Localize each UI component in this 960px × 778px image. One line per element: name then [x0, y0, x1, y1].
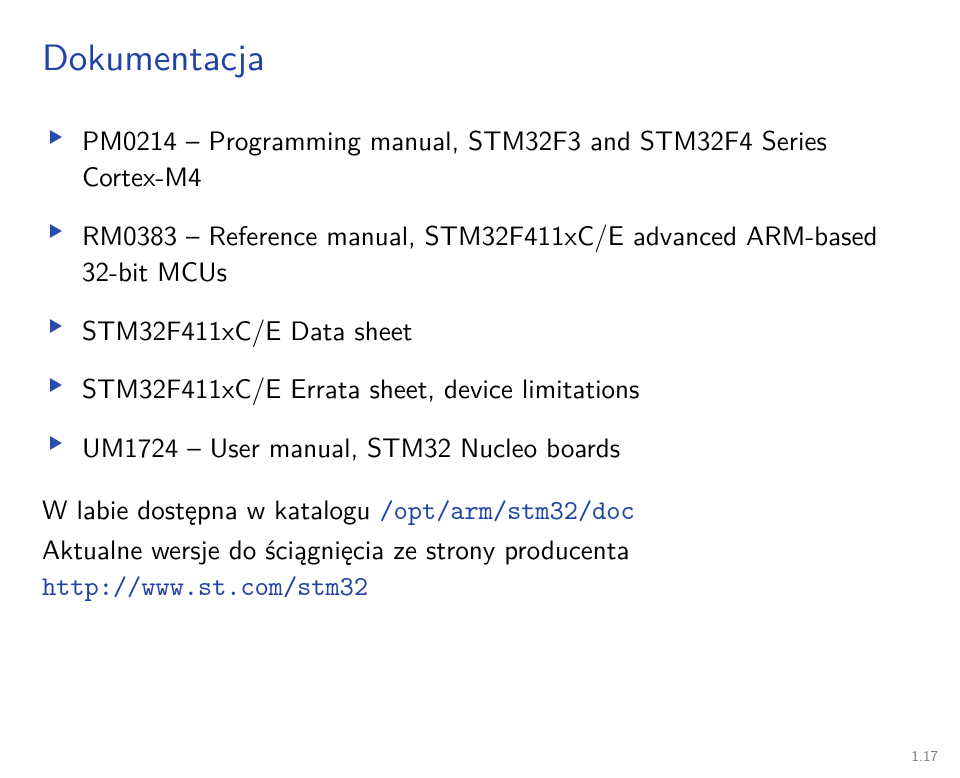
- bullet-list: PM0214 – Programming manual, STM32F3 and…: [42, 122, 918, 465]
- triangle-icon: [50, 378, 62, 392]
- slide: Dokumentacja PM0214 – Programming manual…: [0, 0, 960, 778]
- location-line: W labie dostępna w katalogu /opt/arm/stm…: [42, 491, 918, 528]
- slide-title: Dokumentacja: [42, 28, 918, 82]
- list-item: STM32F411xC/E Data sheet: [42, 312, 918, 348]
- list-item-text: STM32F411xC/E Errata sheet, device limit…: [82, 368, 639, 407]
- list-item: STM32F411xC/E Errata sheet, device limit…: [42, 370, 918, 406]
- list-item-text: PM0214 – Programming manual, STM32F3 and…: [82, 120, 827, 195]
- triangle-icon: [50, 436, 62, 450]
- triangle-icon: [50, 319, 62, 333]
- download-line: Aktualne wersje do ściągnięcia ze strony…: [42, 531, 918, 605]
- triangle-icon: [50, 224, 62, 238]
- list-item: PM0214 – Programming manual, STM32F3 and…: [42, 122, 918, 195]
- location-path: /opt/arm/stm32/doc: [380, 492, 635, 528]
- triangle-icon: [50, 130, 62, 144]
- list-item: RM0383 – Reference manual, STM32F411xC/E…: [42, 217, 918, 290]
- location-prefix: W labie dostępna w katalogu: [42, 489, 380, 528]
- list-item-text: STM32F411xC/E Data sheet: [82, 310, 412, 349]
- list-item-text: UM1724 – User manual, STM32 Nucleo board…: [82, 427, 620, 466]
- list-item: UM1724 – User manual, STM32 Nucleo board…: [42, 429, 918, 465]
- download-link[interactable]: http://www.st.com/stm32: [42, 568, 368, 604]
- download-prefix: Aktualne wersje do ściągnięcia ze strony…: [42, 529, 630, 568]
- list-item-text: RM0383 – Reference manual, STM32F411xC/E…: [82, 215, 877, 290]
- page-number: 1.17: [911, 744, 938, 766]
